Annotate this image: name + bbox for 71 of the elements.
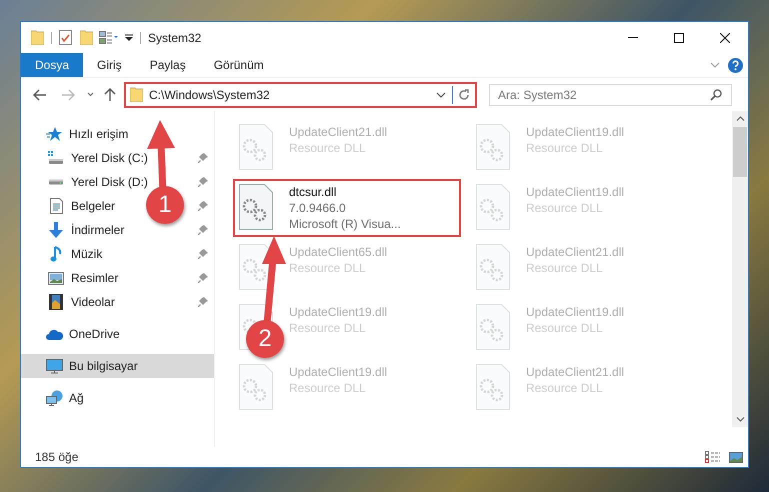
ribbon-tab[interactable]: Görünüm bbox=[200, 53, 278, 77]
file-detail: Microsoft (R) Visua... bbox=[289, 216, 401, 232]
dll-file-icon bbox=[239, 364, 273, 410]
dll-file-icon bbox=[476, 184, 510, 230]
sidebar-item[interactable]: OneDrive bbox=[21, 322, 124, 346]
dll-file-icon bbox=[239, 184, 273, 230]
expand-ribbon-icon[interactable] bbox=[710, 62, 720, 68]
sidebar-item[interactable]: Bu bilgisayar bbox=[21, 354, 214, 378]
music-note-icon bbox=[50, 246, 62, 262]
address-bar[interactable]: C:\Windows\System32 bbox=[124, 82, 477, 108]
ribbon-tab[interactable]: Dosya bbox=[21, 53, 84, 77]
download-arrow-icon bbox=[48, 222, 64, 238]
document-icon bbox=[50, 198, 62, 214]
details-view-icon[interactable] bbox=[705, 451, 721, 463]
scroll-up-icon[interactable] bbox=[736, 116, 744, 121]
minimize-icon bbox=[628, 37, 638, 38]
system-drive-icon bbox=[48, 151, 64, 165]
up-arrow-icon[interactable] bbox=[104, 88, 116, 102]
address-text: C:\Windows\System32 bbox=[149, 86, 271, 104]
computer-icon bbox=[46, 358, 62, 374]
back-arrow-icon[interactable] bbox=[33, 88, 47, 100]
folder-icon[interactable] bbox=[31, 30, 44, 45]
drive-icon bbox=[48, 179, 64, 185]
help-icon[interactable] bbox=[728, 58, 743, 72]
cloud-icon bbox=[46, 328, 62, 340]
dll-file-icon bbox=[476, 304, 510, 350]
dropdown-icon[interactable] bbox=[436, 92, 446, 98]
sidebar-item[interactable]: Ağ bbox=[21, 386, 88, 410]
pin-icon[interactable] bbox=[198, 225, 208, 235]
dll-file-icon bbox=[476, 124, 510, 170]
file-name[interactable]: dtcsur.dll bbox=[289, 184, 401, 200]
sidebar-item[interactable]: Videolar bbox=[21, 290, 119, 314]
customize-toolbar-icon[interactable] bbox=[125, 34, 133, 42]
close-icon bbox=[720, 32, 730, 42]
scrollbar-thumb[interactable] bbox=[733, 127, 747, 177]
file-detail: 7.0.9466.0 bbox=[289, 200, 347, 216]
properties-icon[interactable] bbox=[59, 30, 72, 45]
dll-file-icon bbox=[476, 244, 510, 290]
sidebar-item[interactable]: İndirmeler bbox=[21, 218, 128, 242]
pin-icon[interactable] bbox=[198, 249, 208, 259]
search-field[interactable]: Ara: System32 bbox=[489, 84, 732, 106]
ribbon-tab[interactable]: Paylaş bbox=[136, 53, 200, 77]
sidebar-item[interactable]: Yerel Disk (C:) bbox=[21, 146, 152, 170]
new-folder-icon[interactable] bbox=[80, 30, 93, 45]
pin-icon[interactable] bbox=[198, 177, 208, 187]
scrollbar[interactable] bbox=[732, 111, 748, 427]
sidebar-item[interactable]: Müzik bbox=[21, 242, 106, 266]
star-icon bbox=[46, 126, 62, 142]
pin-icon[interactable] bbox=[198, 201, 208, 211]
folder-icon bbox=[130, 87, 143, 102]
refresh-icon[interactable] bbox=[458, 88, 470, 100]
dll-file-icon bbox=[476, 364, 510, 410]
pin-icon[interactable] bbox=[198, 153, 208, 163]
layout-icon[interactable] bbox=[99, 31, 119, 44]
pin-icon[interactable] bbox=[198, 297, 208, 307]
sidebar-item[interactable]: Resimler bbox=[21, 266, 122, 290]
network-icon bbox=[46, 390, 62, 406]
ribbon-tab[interactable]: Giriş bbox=[83, 53, 136, 77]
item-count: 185 öğe bbox=[35, 449, 78, 466]
scroll-down-icon[interactable] bbox=[736, 417, 744, 422]
dll-file-icon bbox=[239, 124, 273, 170]
recent-locations-icon[interactable] bbox=[87, 92, 94, 97]
sidebar-item[interactable]: Hızlı erişim bbox=[21, 122, 132, 146]
pin-icon[interactable] bbox=[198, 273, 208, 283]
picture-icon bbox=[48, 272, 64, 284]
large-icons-view-icon[interactable] bbox=[729, 452, 743, 462]
window-title: System32 bbox=[148, 30, 202, 46]
film-icon bbox=[49, 294, 63, 310]
forward-arrow-icon[interactable] bbox=[61, 88, 75, 100]
sidebar-item[interactable]: Belgeler bbox=[21, 194, 120, 218]
maximize-icon bbox=[674, 32, 684, 42]
